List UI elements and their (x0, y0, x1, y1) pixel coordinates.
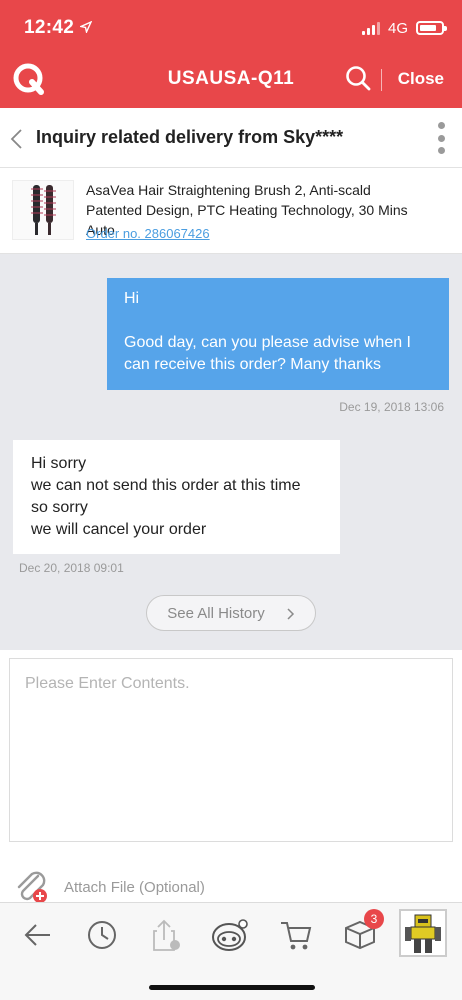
app-header: 12:42 4G USAUSA-Q11 Close (0, 0, 462, 108)
incoming-message: Hi sorry we can not send this order at t… (13, 440, 340, 554)
more-vertical-icon[interactable] (438, 122, 446, 154)
order-number-link[interactable]: Order no. 286067426 (86, 226, 210, 241)
status-bar: 12:42 4G (24, 16, 447, 40)
status-time: 12:42 (24, 17, 75, 38)
home-indicator (149, 985, 315, 990)
location-arrow-icon (78, 20, 93, 36)
box-badge: 3 (364, 909, 384, 929)
search-icon[interactable] (344, 64, 372, 92)
box-icon[interactable]: 3 (340, 909, 384, 955)
chevron-left-icon[interactable] (8, 128, 26, 150)
chat-area[interactable]: Hi Good day, can you please advise when … (0, 254, 462, 650)
cart-icon[interactable] (276, 915, 316, 955)
inquiry-header: Inquiry related delivery from Sky**** (0, 108, 462, 168)
see-all-history-button[interactable]: See All History (146, 595, 316, 631)
message-composer[interactable] (9, 658, 453, 842)
incoming-message-text: Hi sorry we can not send this order at t… (31, 455, 301, 538)
outgoing-message-text: Hi Good day, can you please advise when … (124, 290, 411, 373)
avatar[interactable] (399, 909, 447, 957)
share-upload-icon[interactable] (146, 915, 186, 955)
app-bar: USAUSA-Q11 Close (0, 56, 462, 108)
signal-icon (361, 21, 380, 35)
incoming-timestamp: Dec 20, 2018 09:01 (19, 561, 124, 575)
history-button-label: See All History (167, 604, 265, 622)
product-thumbnail[interactable] (12, 180, 74, 240)
chevron-right-icon (287, 607, 295, 620)
attach-file-label: Attach File (Optional) (64, 878, 205, 896)
network-type: 4G (387, 19, 408, 37)
close-button[interactable]: Close (398, 69, 444, 89)
message-input[interactable] (10, 659, 452, 841)
paperclip-icon (14, 870, 50, 904)
clock-icon[interactable] (82, 915, 122, 955)
arrow-left-icon[interactable] (18, 915, 58, 955)
outgoing-message: Hi Good day, can you please advise when … (107, 278, 449, 390)
appbar-divider (381, 69, 382, 91)
bottom-toolbar: 3 (0, 902, 462, 1000)
inquiry-title: Inquiry related delivery from Sky**** (36, 127, 344, 147)
attach-file-button[interactable]: Attach File (Optional) (14, 870, 205, 904)
battery-icon (416, 21, 447, 35)
product-card[interactable]: AsaVea Hair Straightening Brush 2, Anti-… (0, 168, 462, 254)
outgoing-timestamp: Dec 19, 2018 13:06 (339, 400, 444, 414)
app-title: USAUSA-Q11 (167, 68, 295, 89)
robot-chat-icon[interactable] (210, 915, 250, 955)
